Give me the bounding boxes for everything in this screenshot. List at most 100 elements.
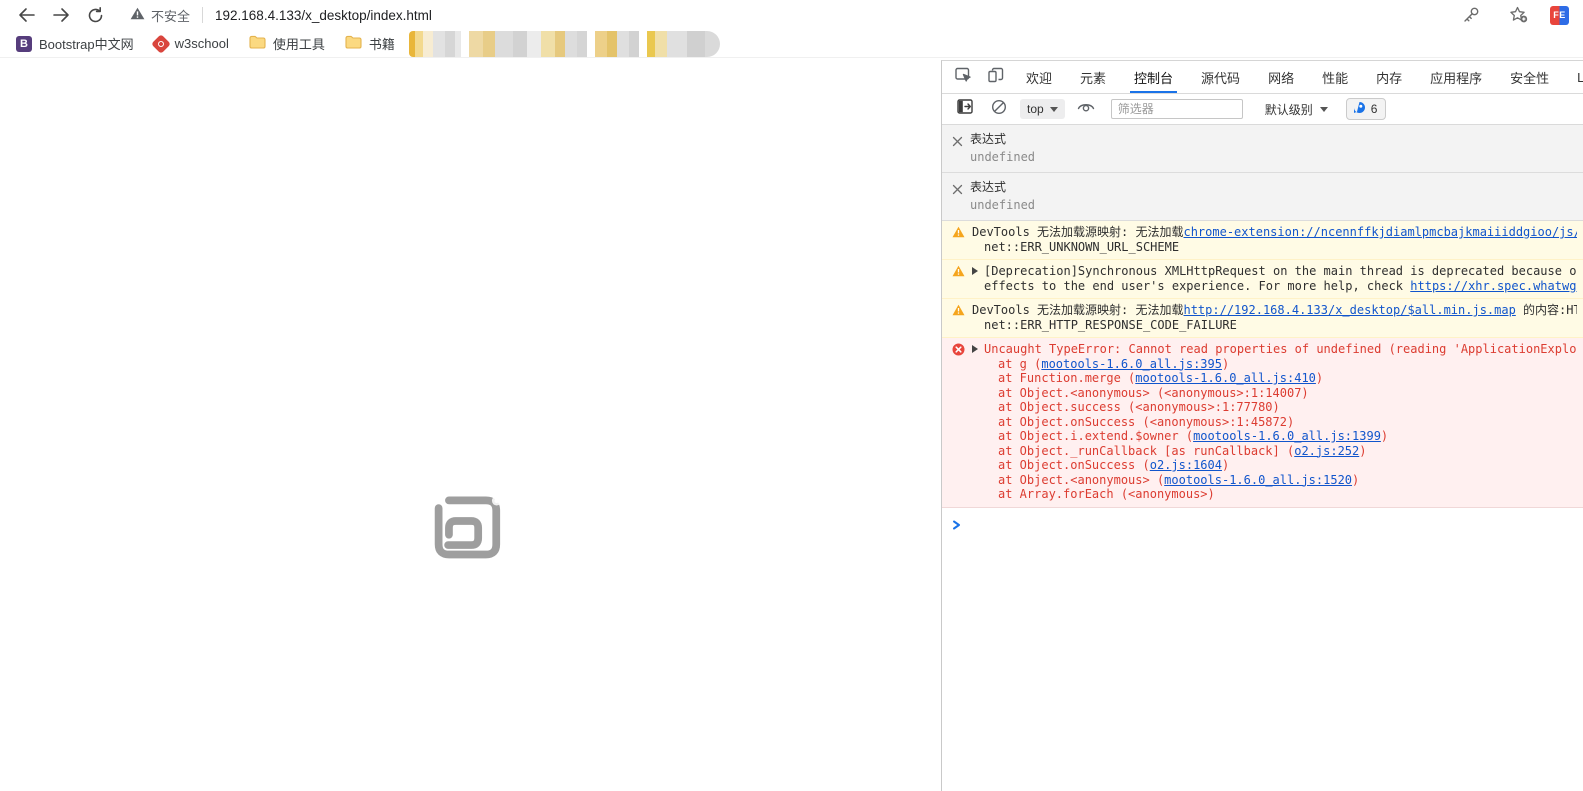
console-sidebar-icon (957, 99, 973, 119)
browser-toolbar: 不安全 192.168.4.133/x_desktop/index.html F… (0, 0, 1583, 30)
reload-button[interactable] (78, 2, 112, 28)
message-line: net::ERR_HTTP_RESPONSE_CODE_FAILURE (972, 318, 1577, 333)
password-key-button[interactable] (1454, 2, 1488, 28)
console-messages: 表达式 undefined 表达式 undefined DevTools 无法加载源映射… (942, 125, 1583, 791)
back-icon (18, 7, 36, 23)
message-text: Uncaught TypeError: Cannot read properti… (984, 342, 1577, 356)
tab-console[interactable]: 控制台 (1120, 61, 1187, 93)
message-text: effects to the end user's experience. Fo… (984, 278, 1411, 293)
tab-welcome[interactable]: 欢迎 (1012, 61, 1066, 93)
warning-icon (952, 264, 967, 293)
live-expression: 表达式 undefined (942, 173, 1583, 221)
blurred-bookmark[interactable] (594, 30, 639, 57)
tab-lighthouse[interactable]: Lighthouse (1563, 61, 1583, 93)
message-link[interactable]: mootools-1.6.0_all.js:395 (1041, 357, 1222, 371)
tab-elements[interactable]: 元素 (1066, 61, 1120, 93)
console-warning-message: [Deprecation]Synchronous XMLHttpRequest … (942, 260, 1583, 299)
message-link[interactable]: chrome-extension://ncennffkjdiamlpmcbajk… (1183, 225, 1577, 239)
expand-caret-icon[interactable] (972, 267, 978, 275)
console-sidebar-button[interactable] (952, 97, 978, 121)
device-toolbar-button[interactable] (982, 65, 1008, 89)
message-link[interactable]: o2.js:252 (1294, 444, 1359, 458)
message-text: net::ERR_UNKNOWN_URL_SCHEME (984, 239, 1180, 254)
message-line: effects to the end user's experience. Fo… (972, 279, 1577, 294)
fe-extension-icon[interactable]: FE (1550, 5, 1569, 25)
star-add-icon (1509, 6, 1529, 24)
speech-bubble-icon (1353, 101, 1366, 117)
url-text: 192.168.4.133/x_desktop/index.html (215, 7, 432, 23)
message-text: ) (1359, 443, 1367, 458)
warning-icon (952, 225, 967, 254)
message-link[interactable]: https://xhr.spec.whatwg.org/ (1410, 279, 1577, 293)
tab-application[interactable]: 应用程序 (1416, 61, 1496, 93)
live-expression-value: undefined (970, 198, 1036, 212)
context-selector-label: top (1027, 102, 1044, 116)
stack-frame: at Object.success (<anonymous>:1:77780) (972, 400, 1577, 415)
folder-icon (249, 35, 266, 52)
message-line: Uncaught TypeError: Cannot read properti… (972, 342, 1577, 357)
message-text: at Function.merge ( (998, 371, 1136, 385)
tab-performance[interactable]: 性能 (1308, 61, 1362, 93)
close-icon[interactable] (952, 180, 963, 212)
console-error-message: Uncaught TypeError: Cannot read properti… (942, 338, 1583, 508)
eye-icon (1077, 100, 1095, 119)
chevron-down-icon (1049, 106, 1058, 112)
message-count: 6 (1370, 102, 1378, 116)
tab-memory[interactable]: 内存 (1362, 61, 1416, 93)
console-prompt[interactable] (942, 508, 1583, 541)
stack-frame: at Object.<anonymous> (<anonymous>:1:140… (972, 386, 1577, 401)
filter-input[interactable] (1110, 99, 1243, 119)
message-link[interactable]: o2.js:1604 (1150, 458, 1222, 472)
bookmark-label: Bootstrap中文网 (39, 37, 134, 52)
inspect-element-button[interactable] (950, 65, 976, 89)
message-text: at Object.i.extend.$owner ( (998, 429, 1194, 443)
expand-caret-icon[interactable] (972, 345, 978, 353)
message-text: ) (1221, 356, 1230, 371)
message-line: [Deprecation]Synchronous XMLHttpRequest … (972, 264, 1577, 279)
tab-network[interactable]: 网络 (1254, 61, 1308, 93)
blurred-bookmark[interactable] (408, 30, 461, 57)
device-toolbar-icon (987, 67, 1004, 88)
message-line: DevTools 无法加载源映射: 无法加载chrome-extension:/… (972, 225, 1577, 240)
security-chip[interactable]: 不安全 (130, 6, 190, 25)
stack-frame: at Array.forEach (<anonymous>) (972, 487, 1577, 502)
message-text: at Object.onSuccess (<anonymous>:1:45872… (998, 414, 1295, 429)
stack-frame: at Object.onSuccess (o2.js:1604) (972, 458, 1577, 473)
error-icon (952, 342, 967, 502)
tab-sources[interactable]: 源代码 (1187, 61, 1254, 93)
bookmark-item[interactable]: w3school (146, 33, 237, 54)
close-icon[interactable] (952, 132, 963, 164)
address-bar[interactable]: 不安全 192.168.4.133/x_desktop/index.html (130, 6, 1454, 25)
log-level-selector[interactable]: 默认级别 (1265, 101, 1328, 118)
message-text: at Object._runCallback [as runCallback] … (998, 443, 1295, 458)
message-text: [Deprecation]Synchronous XMLHttpRequest … (984, 264, 1577, 278)
not-secure-icon (130, 7, 145, 23)
blurred-bookmark[interactable] (468, 30, 587, 57)
bookmark-item[interactable]: B Bootstrap中文网 (8, 31, 142, 56)
message-text: at g ( (998, 356, 1042, 371)
bookmark-item[interactable]: 书籍 (337, 31, 403, 56)
message-link[interactable]: http://192.168.4.133/x_desktop/$all.min.… (1183, 303, 1515, 317)
message-link[interactable]: mootools-1.6.0_all.js:1399 (1193, 429, 1381, 443)
bookmarks-bar: B Bootstrap中文网 w3school 使用工具 书籍 (0, 30, 1583, 58)
message-text: at Object.onSuccess ( (998, 458, 1150, 472)
message-count-badge[interactable]: 6 (1345, 98, 1387, 120)
context-selector[interactable]: top (1020, 99, 1065, 119)
add-favorite-button[interactable] (1502, 2, 1536, 28)
message-content: DevTools 无法加载源映射: 无法加载chrome-extension:/… (972, 225, 1577, 254)
message-text: at Object.<anonymous> ( (998, 472, 1165, 487)
message-link[interactable]: mootools-1.6.0_all.js:410 (1135, 371, 1316, 385)
message-link[interactable]: mootools-1.6.0_all.js:1520 (1164, 473, 1352, 487)
forward-button[interactable] (44, 2, 78, 28)
live-expression-button[interactable] (1073, 97, 1099, 121)
log-level-label: 默认级别 (1264, 102, 1313, 117)
bookmark-item[interactable]: 使用工具 (241, 31, 333, 56)
message-text: ) (1352, 472, 1360, 487)
console-toolbar: top 默认级别 6 (942, 94, 1583, 125)
message-content: Uncaught TypeError: Cannot read properti… (972, 342, 1577, 502)
back-button[interactable] (10, 2, 44, 28)
clear-console-button[interactable] (986, 97, 1012, 121)
tab-security[interactable]: 安全性 (1496, 61, 1563, 93)
blurred-bookmark[interactable] (646, 30, 720, 57)
console-warning-message: DevTools 无法加载源映射: 无法加载chrome-extension:/… (942, 221, 1583, 260)
